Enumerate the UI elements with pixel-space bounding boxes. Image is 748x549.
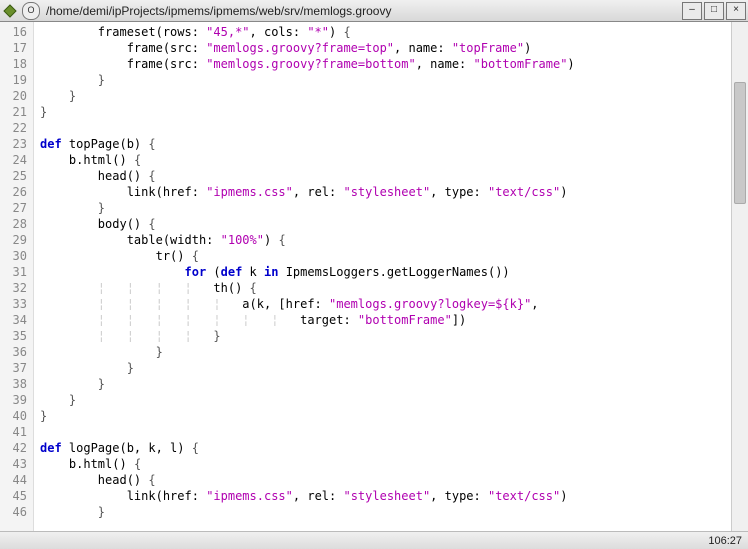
line-number: 40 [0,408,33,424]
code-line[interactable]: frame(src: "memlogs.groovy?frame=bottom"… [40,56,731,72]
code-line[interactable]: frameset(rows: "45,*", cols: "*") { [40,24,731,40]
line-number: 41 [0,424,33,440]
line-number: 26 [0,184,33,200]
vertical-scrollbar[interactable] [731,22,748,531]
line-number: 35 [0,328,33,344]
statusbar: 106:27 [0,531,748,549]
line-number: 19 [0,72,33,88]
code-line[interactable]: } [40,72,731,88]
code-line[interactable]: } [40,200,731,216]
line-number: 31 [0,264,33,280]
code-line[interactable]: } [40,408,731,424]
code-line[interactable]: } [40,504,731,520]
window-title: /home/demi/ipProjects/ipmems/ipmems/web/… [46,4,680,18]
line-number: 43 [0,456,33,472]
code-line[interactable]: head() { [40,472,731,488]
close-button[interactable]: × [726,2,746,20]
code-line[interactable]: for (def k in IpmemsLoggers.getLoggerNam… [40,264,731,280]
line-number: 33 [0,296,33,312]
line-number: 42 [0,440,33,456]
code-line[interactable]: } [40,104,731,120]
line-gutter: 1617181920212223242526272829303132333435… [0,22,34,531]
line-number: 18 [0,56,33,72]
code-line[interactable]: def logPage(b, k, l) { [40,440,731,456]
code-line[interactable]: ¦ ¦ ¦ ¦ th() { [40,280,731,296]
app-icon [2,3,18,19]
line-number: 27 [0,200,33,216]
code-line[interactable]: link(href: "ipmems.css", rel: "styleshee… [40,488,731,504]
line-number: 21 [0,104,33,120]
line-number: 25 [0,168,33,184]
code-line[interactable]: } [40,392,731,408]
line-number: 32 [0,280,33,296]
line-number: 17 [0,40,33,56]
code-line[interactable]: ¦ ¦ ¦ ¦ ¦ ¦ ¦ target: "bottomFrame"]) [40,312,731,328]
line-number: 36 [0,344,33,360]
code-line[interactable]: b.html() { [40,152,731,168]
line-number: 34 [0,312,33,328]
code-line[interactable]: } [40,344,731,360]
code-line[interactable]: } [40,360,731,376]
code-line[interactable] [40,424,731,440]
code-line[interactable]: ¦ ¦ ¦ ¦ } [40,328,731,344]
cursor-position: 106:27 [708,535,742,547]
code-view[interactable]: frameset(rows: "45,*", cols: "*") { fram… [34,22,731,531]
code-line[interactable]: head() { [40,168,731,184]
line-number: 44 [0,472,33,488]
line-number: 24 [0,152,33,168]
line-number: 46 [0,504,33,520]
code-line[interactable]: body() { [40,216,731,232]
code-line[interactable]: } [40,88,731,104]
line-number: 45 [0,488,33,504]
code-line[interactable]: b.html() { [40,456,731,472]
code-line[interactable] [40,120,731,136]
sticky-toggle[interactable]: O [22,2,40,20]
line-number: 22 [0,120,33,136]
code-line[interactable]: } [40,376,731,392]
code-line[interactable]: tr() { [40,248,731,264]
code-line[interactable]: def topPage(b) { [40,136,731,152]
code-line[interactable]: table(width: "100%") { [40,232,731,248]
line-number: 37 [0,360,33,376]
line-number: 23 [0,136,33,152]
line-number: 20 [0,88,33,104]
editor[interactable]: 1617181920212223242526272829303132333435… [0,22,748,531]
scroll-thumb[interactable] [734,82,746,204]
line-number: 28 [0,216,33,232]
code-line[interactable]: ¦ ¦ ¦ ¦ ¦ a(k, [href: "memlogs.groovy?lo… [40,296,731,312]
line-number: 30 [0,248,33,264]
maximize-button[interactable]: □ [704,2,724,20]
code-line[interactable]: link(href: "ipmems.css", rel: "styleshee… [40,184,731,200]
line-number: 38 [0,376,33,392]
code-line[interactable]: frame(src: "memlogs.groovy?frame=top", n… [40,40,731,56]
minimize-button[interactable]: – [682,2,702,20]
titlebar: O /home/demi/ipProjects/ipmems/ipmems/we… [0,0,748,22]
line-number: 39 [0,392,33,408]
line-number: 29 [0,232,33,248]
line-number: 16 [0,24,33,40]
